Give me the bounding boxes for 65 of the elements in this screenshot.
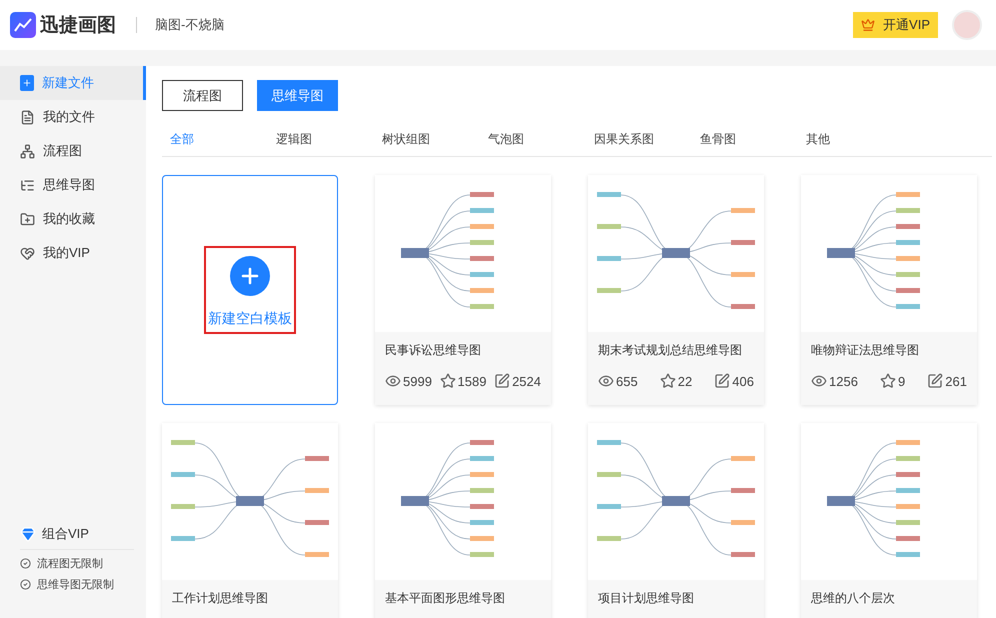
template-title: 思维的八个层次 [811, 590, 896, 607]
vip-perk: 思维导图无限制 [37, 578, 114, 592]
document-icon [20, 110, 35, 124]
sidebar-item[interactable]: 我的收藏 [0, 202, 146, 236]
vip-title: 组合VIP [42, 525, 89, 543]
template-title: 基本平面图形思维导图 [385, 590, 506, 607]
flowchart-icon [20, 144, 35, 158]
vip-perk: 流程图无限制 [37, 556, 103, 571]
category-tab[interactable]: 树状组图 [374, 131, 480, 148]
edit-count: 261 [927, 373, 967, 389]
edit-icon [714, 373, 730, 389]
category-tab[interactable]: 逻辑图 [268, 131, 374, 148]
star-icon [440, 373, 456, 389]
star-icon [880, 373, 896, 389]
crown-icon [861, 18, 876, 32]
view-count: 5999 [385, 373, 432, 389]
template-title: 工作计划思维导图 [172, 590, 269, 607]
type-button[interactable]: 思维导图 [257, 80, 338, 111]
app-logo-text: 迅捷画图 [40, 14, 116, 38]
plus-icon[interactable] [230, 256, 270, 296]
document-title: 脑图-不烧脑 [155, 16, 226, 34]
check-icon [20, 579, 31, 590]
template-card[interactable]: 期末考试规划总结思维导图 655 22 406 [588, 175, 764, 405]
template-card[interactable]: 唯物辩证法思维导图 1256 9 261 [801, 175, 977, 405]
template-card[interactable]: 项目计划思维导图 [588, 423, 764, 618]
category-tab[interactable]: 鱼骨图 [692, 131, 798, 148]
check-icon [20, 558, 31, 569]
edit-count: 406 [714, 373, 754, 389]
template-title: 项目计划思维导图 [598, 590, 695, 607]
sidebar-item[interactable]: 流程图 [0, 134, 146, 168]
eye-icon [811, 373, 827, 389]
logo-icon [10, 12, 36, 38]
type-button[interactable]: 流程图 [162, 80, 243, 111]
diamond-icon [20, 526, 36, 542]
eye-icon [598, 373, 614, 389]
category-tab[interactable]: 其他 [798, 131, 904, 148]
star-icon [660, 373, 676, 389]
folder-icon [20, 212, 35, 226]
template-title: 民事诉讼思维导图 [385, 342, 482, 359]
sidebar-item[interactable]: 我的文件 [0, 100, 146, 134]
edit-icon [927, 373, 944, 389]
eye-icon [385, 373, 401, 389]
template-card[interactable]: 民事诉讼思维导图 5999 1589 2524 [375, 175, 551, 405]
template-title: 唯物辩证法思维导图 [811, 342, 920, 359]
template-card[interactable]: 思维的八个层次 [801, 423, 977, 618]
new-file-icon [20, 75, 34, 91]
template-card[interactable]: 工作计划思维导图 [162, 423, 338, 618]
new-template-card[interactable]: 新建空白模板 [162, 175, 338, 405]
template-title: 期末考试规划总结思维导图 [598, 342, 743, 359]
edit-count: 2524 [494, 373, 541, 389]
category-tab[interactable]: 气泡图 [480, 131, 586, 148]
sidebar-item[interactable]: 思维导图 [0, 168, 146, 202]
mind-map-icon [20, 178, 35, 192]
category-tab[interactable]: 因果关系图 [586, 131, 692, 148]
vip-button[interactable]: 开通VIP [853, 12, 938, 38]
edit-icon [494, 373, 510, 389]
like-count: 9 [880, 373, 906, 389]
view-count: 655 [598, 373, 638, 389]
like-count: 22 [660, 373, 692, 389]
template-card[interactable]: 基本平面图形思维导图 [375, 423, 551, 618]
sidebar-item[interactable]: 我的VIP [0, 236, 146, 270]
new-template-label[interactable]: 新建空白模板 [208, 310, 292, 328]
view-count: 1256 [811, 373, 858, 389]
like-count: 1589 [440, 373, 486, 389]
category-tab[interactable]: 全部 [162, 131, 268, 148]
